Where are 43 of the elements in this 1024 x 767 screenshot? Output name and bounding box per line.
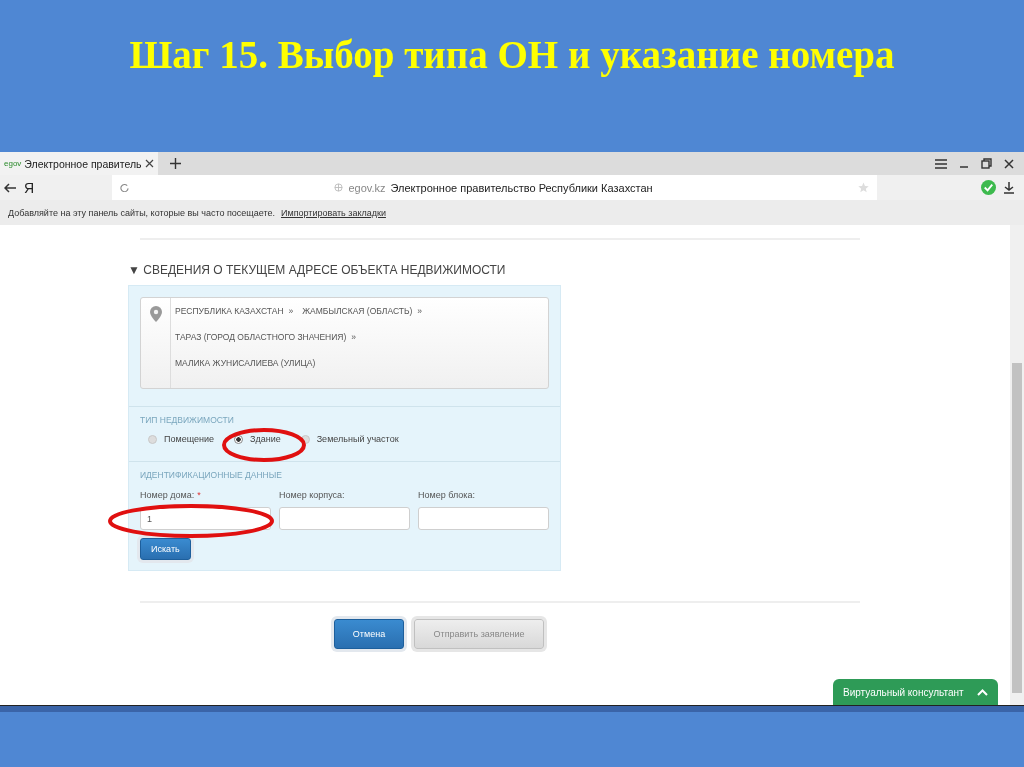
consultant-button[interactable]: Виртуальный консультант: [833, 679, 998, 705]
input-field[interactable]: [279, 507, 410, 530]
import-bookmarks-link[interactable]: Импортировать закладки: [281, 207, 386, 218]
globe-icon: [334, 183, 344, 192]
group-label: ИДЕНТИФИКАЦИОННЫЕ ДАННЫЕ: [140, 470, 283, 480]
star-icon[interactable]: [858, 182, 869, 193]
radio-option[interactable]: Земельный участок: [300, 434, 399, 444]
radio-option[interactable]: Здание: [234, 434, 281, 444]
browser-logo[interactable]: Я: [24, 179, 104, 196]
scrollbar-thumb[interactable]: [1012, 363, 1022, 693]
address-part: МАЛИКА ЖУНИСАЛИЕВА (УЛИЦА): [175, 358, 316, 368]
restore-icon[interactable]: [981, 158, 992, 169]
download-icon[interactable]: [1004, 181, 1014, 194]
field-label: Номер дома:: [140, 490, 195, 500]
address-part: ЖАМБЫЛСКАЯ (ОБЛАСТЬ): [302, 306, 413, 316]
breadcrumb-separator: »: [417, 306, 423, 316]
menu-icon[interactable]: [935, 158, 947, 169]
section-heading[interactable]: ▼ СВЕДЕНИЯ О ТЕКУЩЕМ АДРЕСЕ ОБЪЕКТА НЕДВИЖИМОСТИ: [128, 263, 1010, 277]
back-arrow-icon[interactable]: [4, 182, 16, 193]
search-button[interactable]: Искать: [140, 538, 191, 560]
group-label: ТИП НЕДВИЖИМОСТИ: [140, 415, 235, 425]
bookmarks-hint: Добавляйте на эту панель сайты, которые вы часто посещаете.: [8, 207, 275, 218]
browser-tab[interactable]: egov Электронное правитель: [0, 152, 158, 175]
field-label: Номер блока:: [418, 490, 475, 500]
cancel-button[interactable]: Отмена: [334, 619, 404, 649]
address-field[interactable]: egov.kz Электронное правительство Республики Казахстан: [112, 175, 877, 200]
site-favicon: egov: [4, 159, 22, 168]
close-icon[interactable]: [144, 159, 154, 168]
required-mark: *: [197, 490, 201, 500]
slide-title: Шаг 15. Выбор типа ОН и указание номера: [129, 31, 895, 77]
new-tab-icon[interactable]: [169, 158, 181, 169]
radio-option[interactable]: Помещение: [148, 434, 214, 444]
map-pin-icon: [149, 306, 162, 322]
breadcrumb-separator: »: [288, 306, 294, 316]
breadcrumb-separator: »: [351, 332, 357, 342]
address-part: ТАРАЗ (ГОРОД ОБЛАСТНОГО ЗНАЧЕНИЯ): [175, 332, 347, 342]
field-label: Номер корпуса:: [279, 490, 345, 500]
address-part: РЕСПУБЛИКА КАЗАХСТАН: [175, 306, 284, 316]
reload-icon[interactable]: [120, 183, 129, 192]
chevron-up-icon: [977, 688, 988, 696]
check-circle-icon[interactable]: [981, 180, 996, 195]
close-icon[interactable]: [1004, 158, 1014, 169]
input-field[interactable]: [418, 507, 549, 530]
